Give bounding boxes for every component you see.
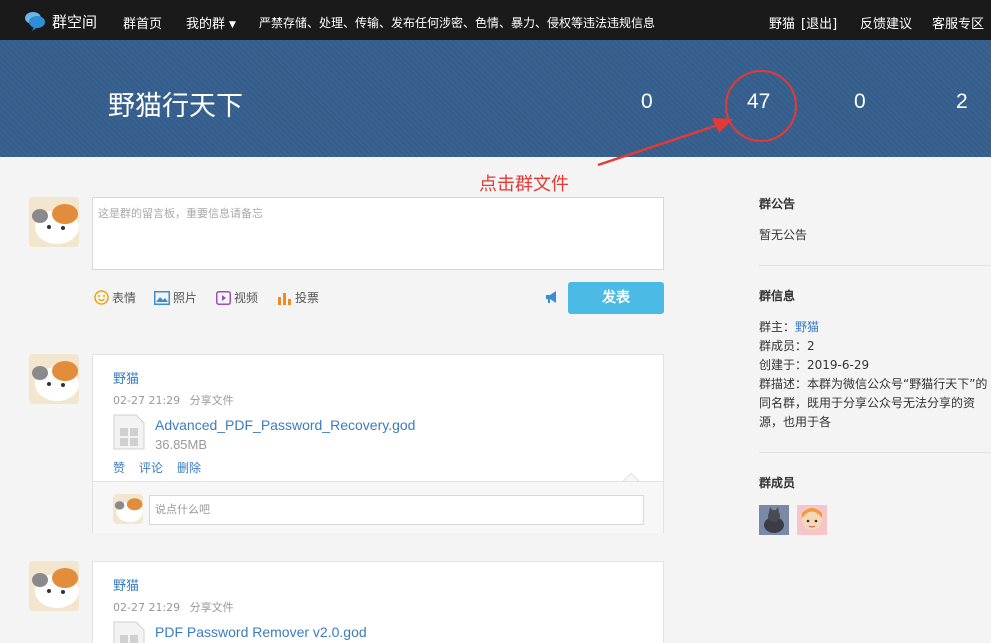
avatar[interactable] [29, 354, 79, 404]
annotation-text: 点击群文件 [479, 174, 569, 195]
stat-0[interactable]: 0 [641, 90, 653, 114]
owner-link[interactable]: 野猫 [795, 320, 819, 334]
avatar[interactable] [29, 197, 79, 247]
emoji-button[interactable]: 表情 [93, 289, 136, 306]
video-button[interactable]: 视频 [215, 289, 258, 306]
cat-avatar-icon [113, 494, 143, 524]
created-date: 创建于：2019-6-29 [759, 358, 870, 372]
caret-down-icon: ▼ [229, 20, 236, 30]
poll-icon [276, 290, 292, 306]
nav-my-groups-label: 我的群 [186, 17, 226, 32]
cat-avatar-icon [29, 354, 79, 404]
post-author[interactable]: 野猫 [113, 575, 139, 594]
post-card: 野猫 02-27 21:29 分享文件 Advanced_PDF_Passwor… [92, 354, 664, 533]
stat-2[interactable]: 0 [854, 90, 866, 114]
post-author[interactable]: 野猫 [113, 368, 139, 387]
file-name-link[interactable]: PDF Password Remover v2.0.god [155, 624, 367, 640]
nav-support-link[interactable]: 客服专区 [932, 13, 984, 32]
photo-icon [154, 290, 170, 306]
divider [759, 452, 991, 453]
desc-line: 群描述：本群为微信公众号“野猫行天下”的 [759, 377, 988, 391]
file-icon[interactable] [113, 621, 145, 643]
poll-button[interactable]: 投票 [276, 289, 319, 306]
group-info: 群主：野猫 群成员：2 创建于：2019-6-29 群描述：本群为微信公众号“野… [759, 318, 987, 432]
nav-username[interactable]: 野猫 [769, 13, 795, 32]
nav-logout-link[interactable]: [退出] [801, 13, 837, 32]
like-button[interactable]: 赞 [113, 459, 125, 476]
cat-avatar-icon [29, 561, 79, 611]
post-action-text: 分享文件 [189, 601, 234, 614]
nav-feedback-link[interactable]: 反馈建议 [860, 13, 912, 32]
logo-text: 群空间 [52, 12, 98, 31]
desc-line: 源，也用于各 [759, 415, 832, 429]
group-title: 野猫行天下 [108, 91, 243, 122]
nav-my-groups-menu[interactable]: 我的群 ▼ [186, 13, 236, 32]
file-icon[interactable] [113, 414, 145, 450]
annotation-circle [725, 70, 797, 142]
members-count: 群成员：2 [759, 339, 815, 353]
comment-button[interactable]: 评论 [139, 459, 163, 476]
emoji-label: 表情 [112, 291, 137, 305]
top-nav: 群空间 群首页 我的群 ▼ 严禁存储、处理、传输、发布任何涉密、色情、暴力、侵权等… [0, 0, 991, 40]
comment-area: 说点什么吧 [93, 481, 663, 533]
megaphone-icon[interactable] [545, 290, 559, 304]
members-title: 群成员 [759, 476, 796, 490]
divider [759, 265, 991, 266]
nav-notice: 严禁存储、处理、传输、发布任何涉密、色情、暴力、侵权等违法违规信息 [259, 16, 656, 30]
photo-label: 照片 [173, 291, 198, 305]
cat-avatar-icon [29, 197, 79, 247]
comment-input[interactable]: 说点什么吧 [149, 495, 644, 525]
post-card: 野猫 02-27 21:29 分享文件 PDF Password Remover… [92, 561, 664, 643]
file-size: 36.85MB [155, 437, 208, 452]
group-banner: 野猫行天下 0 47 0 2 [0, 40, 991, 157]
member-avatar-cat-icon[interactable] [759, 505, 789, 535]
post-time: 02-27 21:29 [113, 601, 181, 614]
delete-button[interactable]: 删除 [177, 459, 201, 476]
post-meta: 02-27 21:29 分享文件 [113, 599, 234, 615]
desc-line: 同名群，既用于分享公众号无法分享的资 [759, 396, 976, 410]
member-avatar-girl-icon[interactable] [797, 505, 827, 535]
post-submit-button[interactable]: 发表 [568, 282, 664, 314]
avatar[interactable] [29, 561, 79, 611]
message-input[interactable] [93, 198, 663, 269]
post-meta: 02-27 21:29 分享文件 [113, 392, 234, 408]
announcement-title: 群公告 [759, 197, 796, 211]
video-label: 视频 [234, 291, 259, 305]
smiley-icon [93, 290, 109, 306]
logo[interactable]: 群空间 [24, 10, 97, 32]
nav-home-link[interactable]: 群首页 [123, 13, 162, 32]
info-title: 群信息 [759, 289, 796, 303]
post-action-text: 分享文件 [189, 394, 234, 407]
message-composer[interactable] [92, 197, 664, 270]
chat-bubble-logo-icon [25, 12, 45, 31]
video-icon [215, 290, 231, 306]
file-name-link[interactable]: Advanced_PDF_Password_Recovery.god [155, 417, 415, 433]
owner-label: 群主： [759, 320, 796, 334]
poll-label: 投票 [295, 291, 320, 305]
stat-members[interactable]: 2 [956, 90, 968, 114]
post-time: 02-27 21:29 [113, 394, 181, 407]
announcement-text: 暂无公告 [759, 228, 808, 242]
owner-row: 群主：野猫 [759, 318, 987, 337]
photo-button[interactable]: 照片 [154, 289, 197, 306]
avatar [113, 494, 143, 524]
